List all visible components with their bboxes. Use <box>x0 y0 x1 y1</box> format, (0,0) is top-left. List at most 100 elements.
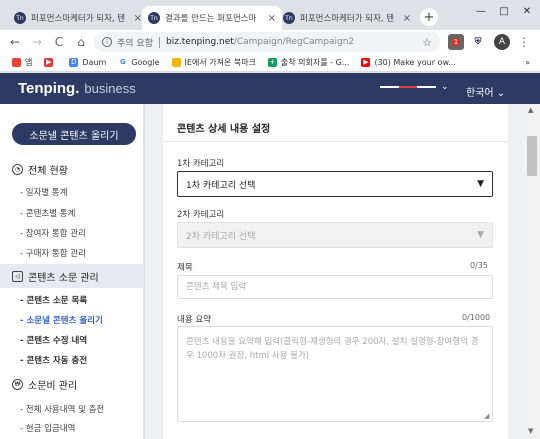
sidebar-item-participants[interactable]: - 참여자 통합 관리 <box>20 227 86 239</box>
tab-title: 결과를 만드는 퍼포먼스마 <box>165 14 257 24</box>
chrome-menu-icon[interactable]: ⋮ <box>516 34 532 50</box>
extension-icon[interactable]: 1 <box>448 34 464 50</box>
bookmark-label: IE에서 가져온 북마크 <box>184 58 256 67</box>
bookmark-apps[interactable]: 앱 <box>12 57 32 68</box>
sidebar-section-budget[interactable]: ₩ 소문비 관리 <box>0 372 144 396</box>
summary-placeholder: 콘텐츠 내용을 요약해 입력(클릭형-재생형의 경우 200자, 설치 실행형-… <box>186 337 479 361</box>
bookmark-google[interactable]: G Google <box>118 58 160 67</box>
sheets-icon: + <box>267 58 277 67</box>
youtube-icon: ▶ <box>361 58 371 67</box>
new-tab-button[interactable]: + <box>420 8 438 26</box>
tab-title: 퍼포먼스마케터가 되자, 텐 <box>31 14 126 24</box>
sidebar-item-content-stats[interactable]: - 콘텐츠별 통계 <box>20 207 75 219</box>
bookmark-ie-folder[interactable]: IE에서 가져온 북마크 <box>171 57 256 68</box>
category2-label: 2차 카테고리 <box>177 210 225 220</box>
tab-title: 퍼포먼스마케터가 되자, 텐 <box>300 14 395 24</box>
category1-label: 1차 카테고리 <box>177 159 225 169</box>
scrollbar-thumb[interactable] <box>527 136 537 176</box>
shield-extension-icon[interactable]: ⛨ <box>470 34 486 50</box>
site-header: Tenping. business <box>0 73 540 104</box>
maximize-icon[interactable]: □ <box>493 0 515 22</box>
bookmarks-bar: 앱 ▶ D Daum G Google IE에서 가져온 북마크 + 출착 의회자를 … <box>0 54 540 72</box>
divider <box>158 36 160 48</box>
bookmarks-overflow-icon[interactable]: » <box>525 58 530 67</box>
sidebar-item-usage-history[interactable]: - 전체 사용내역 및 충전 <box>20 403 104 415</box>
dropdown-arrow-icon: ▼ <box>477 230 484 240</box>
info-icon[interactable]: i <box>102 37 112 47</box>
dropdown-arrow-icon: ▼ <box>477 179 484 189</box>
category2-select[interactable]: 2차 카테고리 선택 ▼ <box>177 222 493 248</box>
tenping-favicon-icon: Tn <box>148 12 160 24</box>
summary-textarea[interactable]: 콘텐츠 내용을 요약해 입력(클릭형-재생형의 경우 200자, 설치 실행형-… <box>177 326 493 422</box>
bookmark-youtube[interactable]: ▶ <box>44 58 57 67</box>
section-title: 소문비 관리 <box>28 380 78 392</box>
resize-handle-icon[interactable]: ◢ <box>484 412 489 420</box>
bookmark-label: Google <box>131 58 160 67</box>
chevron-down-icon[interactable]: ⌄ <box>441 82 449 92</box>
address-bar[interactable]: i 주의 요함 biz.tenping.net/Campaign/RegCamp… <box>94 32 440 52</box>
minimize-icon[interactable]: — <box>470 0 492 22</box>
title-char-count: 0/35 <box>470 261 488 270</box>
flag-icon[interactable] <box>380 86 437 91</box>
back-icon[interactable]: ← <box>6 33 24 51</box>
apps-grid-icon <box>12 58 21 67</box>
url-path: /Campaign/RegCampaign2 <box>233 37 355 47</box>
bookmark-label: (30) Make your ow... <box>374 58 456 67</box>
tenping-favicon-icon: Tn <box>283 12 295 24</box>
sidebar-item-buyers[interactable]: - 구매자 통합 관리 <box>20 247 86 259</box>
dashboard-icon: ◔ <box>12 163 23 175</box>
daum-icon: D <box>69 58 79 67</box>
sidebar-item-auto-charge[interactable]: - 콘텐츠 자동 충전 <box>20 354 87 366</box>
sidebar-item-deposit-history[interactable]: - 현금 입금내역 <box>20 422 75 434</box>
category1-value: 1차 카테고리 선택 <box>186 180 256 191</box>
form-title: 콘텐츠 상세 내용 설정 <box>177 124 271 135</box>
summary-label: 내용 요약 <box>177 315 211 325</box>
url-host: biz.tenping.net <box>165 37 234 47</box>
youtube-icon: ▶ <box>44 58 54 67</box>
scroll-down-icon[interactable]: ▼ <box>528 427 533 435</box>
browser-toolbar: ← → C ⌂ i 주의 요함 biz.tenping.net/Campaign… <box>0 30 540 54</box>
sidebar-item-edit-history[interactable]: - 콘텐츠 수정 내역 <box>20 334 87 346</box>
category1-select[interactable]: 1차 카테고리 선택 ▼ <box>177 171 493 197</box>
sidebar-item-content-list[interactable]: - 콘텐츠 소문 목록 <box>20 294 87 306</box>
sidebar-item-upload-content[interactable]: - 소문낼 콘텐츠 올리기 <box>20 314 103 326</box>
won-icon: ₩ <box>12 378 23 390</box>
divider <box>163 141 508 142</box>
bookmark-label: 앱 <box>25 58 33 67</box>
home-icon[interactable]: ⌂ <box>72 33 90 51</box>
sidebar-item-daily-stats[interactable]: - 일자별 통계 <box>20 186 68 198</box>
bookmark-youtube-2[interactable]: ▶ (30) Make your ow... <box>361 58 456 67</box>
sidebar-section-content[interactable]: ◁ 콘텐츠 소문 관리 <box>0 264 144 288</box>
language-selector[interactable]: 한국어 ⌄ <box>466 84 505 99</box>
brand-logo[interactable]: Tenping. <box>18 80 79 97</box>
close-tab-icon[interactable]: × <box>134 13 142 24</box>
section-title: 전체 현황 <box>28 165 68 177</box>
extension-badge: 1 <box>451 38 461 46</box>
reload-icon[interactable]: C <box>50 33 68 51</box>
bookmark-sheet[interactable]: + 출착 의회자를 - G... <box>267 57 349 68</box>
megaphone-icon: ◁ <box>12 270 23 282</box>
avatar[interactable]: A <box>494 34 510 50</box>
close-tab-icon[interactable]: × <box>268 13 276 24</box>
upload-content-button[interactable]: 소문낼 콘텐츠 올리기 <box>12 123 136 145</box>
chevron-down-icon: ⌄ <box>496 88 506 99</box>
google-icon: G <box>118 58 128 67</box>
bookmark-star-icon[interactable]: ☆ <box>422 36 432 49</box>
window-close-icon[interactable]: ✕ <box>516 0 538 22</box>
close-tab-icon[interactable]: × <box>403 13 411 24</box>
summary-char-count: 0/1000 <box>462 313 491 322</box>
section-title: 콘텐츠 소문 관리 <box>28 272 99 284</box>
sidebar-section-overview[interactable]: ◔ 전체 현황 <box>0 157 144 181</box>
security-label: 주의 요함 <box>117 38 153 49</box>
browser-tab-1[interactable]: Tn 퍼포먼스마케터가 되자, 텐 × <box>8 6 148 30</box>
language-label: 한국어 <box>466 88 494 99</box>
browser-tab-3[interactable]: Tn 퍼포먼스마케터가 되자, 텐 × <box>277 6 417 30</box>
title-placeholder: 콘텐츠 제목 입력 <box>186 282 247 292</box>
bookmark-daum[interactable]: D Daum <box>69 58 106 67</box>
title-input[interactable]: 콘텐츠 제목 입력 <box>177 275 493 299</box>
forward-icon[interactable]: → <box>28 33 46 51</box>
scroll-up-icon[interactable]: ▲ <box>528 106 533 114</box>
title-label: 제목 <box>177 263 193 273</box>
browser-tab-2-active[interactable]: Tn 결과를 만드는 퍼포먼스마 × <box>142 6 282 30</box>
folder-icon <box>171 58 181 67</box>
